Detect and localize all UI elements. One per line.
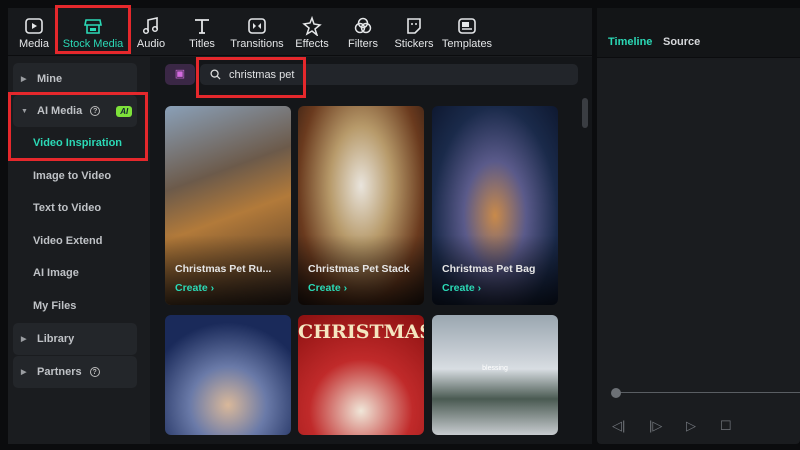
create-link[interactable]: Create › (442, 282, 481, 294)
search-value: christmas pet (229, 68, 295, 81)
next-frame-icon[interactable]: |▷ (649, 418, 662, 434)
sidebar-item-video-inspiration[interactable]: Video Inspiration (13, 127, 137, 159)
sidebar-label: Mine (37, 73, 63, 85)
filter-icon (354, 17, 372, 34)
tab-label: Filters (348, 38, 378, 50)
caret-right-icon: ▶ (21, 76, 27, 83)
scrollbar[interactable] (582, 98, 588, 128)
help-icon[interactable]: ? (89, 367, 100, 377)
create-link[interactable]: Create › (175, 282, 214, 294)
playhead-handle[interactable] (611, 388, 621, 398)
tab-label: Titles (189, 38, 215, 50)
ai-badge: AI (116, 105, 133, 117)
sidebar-item-my-files[interactable]: My Files (13, 290, 137, 322)
caret-down-icon: ▼ (21, 107, 28, 115)
sidebar-item-ai-media[interactable]: ▼ AI Media? AI (13, 95, 137, 127)
sidebar-item-text-to-video[interactable]: Text to Video (13, 192, 137, 224)
tab-label: Stock Media (62, 38, 124, 50)
music-note-icon (142, 17, 159, 35)
play-icon[interactable]: ▷ (686, 418, 696, 434)
store-icon (84, 19, 102, 34)
sidebar-item-partners[interactable]: ▶ Partners? (13, 356, 137, 388)
caret-right-icon: ▶ (21, 369, 27, 376)
tab-label: Media (19, 38, 49, 50)
preview-panel (597, 8, 800, 444)
tab-label: Effects (295, 38, 329, 50)
sidebar-item-mine[interactable]: ▶ Mine (13, 63, 137, 95)
create-link[interactable]: Create › (308, 282, 347, 294)
playback-slider[interactable] (616, 392, 800, 393)
sidebar-item-video-extend[interactable]: Video Extend (13, 225, 137, 257)
sidebar: ▶ Mine ▼ AI Media? AI Video Inspiration Ima… (8, 57, 150, 444)
toolbar: Media Stock Media Audio Titles Transitio… (8, 8, 592, 56)
sidebar-label: Library (37, 333, 75, 345)
sidebar-item-image-to-video[interactable]: Image to Video (13, 160, 137, 192)
help-icon[interactable]: ? (90, 106, 101, 116)
media-icon (25, 18, 43, 34)
card-title: Christmas Pet Ru... (175, 263, 272, 275)
stop-icon[interactable]: ☐ (720, 418, 732, 434)
tab-label: Audio (136, 38, 166, 50)
video-card[interactable]: CHRISTMAS (298, 315, 424, 435)
previous-frame-icon[interactable]: ◁| (612, 418, 625, 434)
sidebar-item-ai-image[interactable]: AI Image (13, 257, 137, 289)
category-store-icon[interactable]: ▣ (165, 64, 195, 85)
card-image-text: blessing (482, 365, 508, 372)
video-card[interactable] (165, 315, 291, 435)
tab-timeline[interactable]: Timeline (608, 36, 652, 48)
sidebar-label: AI Media (37, 105, 83, 117)
caret-right-icon: ▶ (21, 336, 27, 343)
text-t-icon (195, 19, 209, 34)
video-card[interactable]: blessing (432, 315, 558, 435)
template-icon (458, 18, 476, 34)
transition-icon (248, 18, 266, 34)
video-card[interactable]: Christmas Pet Bag Create › (432, 106, 558, 305)
card-title: Christmas Pet Stack (308, 263, 410, 275)
sticker-icon (407, 18, 421, 34)
tab-source[interactable]: Source (663, 36, 700, 48)
tab-label: Stickers (394, 38, 434, 50)
sidebar-item-library[interactable]: ▶ Library (13, 323, 137, 355)
tab-templates[interactable]: Templates (432, 16, 502, 50)
search-input[interactable]: christmas pet (200, 64, 578, 85)
sidebar-label: Partners (37, 366, 82, 378)
card-title: Christmas Pet Bag (442, 263, 536, 275)
sparkle-icon (302, 16, 322, 36)
card-image-text: CHRISTMAS (298, 321, 424, 343)
search-icon (210, 69, 221, 80)
preview-tabs: Timeline Source (597, 8, 800, 58)
video-card[interactable]: Christmas Pet Ru... Create › (165, 106, 291, 305)
tab-label: Templates (441, 38, 493, 50)
video-card[interactable]: Christmas Pet Stack Create › (298, 106, 424, 305)
tab-label: Transitions (230, 38, 284, 50)
